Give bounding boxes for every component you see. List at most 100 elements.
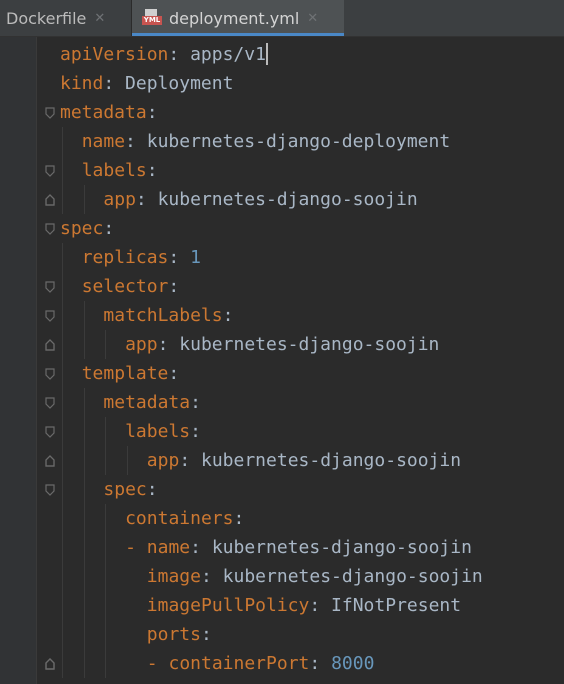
indent-guide [62,127,63,214]
yaml-key: matchLabels [103,305,223,326]
fold-close-icon[interactable] [45,194,55,206]
fold-close-icon[interactable] [45,339,55,351]
fold-open-icon[interactable] [45,368,55,380]
fold-open-icon[interactable] [45,107,55,119]
yaml-key: name [81,131,126,152]
code-line[interactable]: spec: [103,475,157,504]
text-caret [266,43,269,65]
indent-guide [83,185,85,214]
tab-deployment-yml[interactable]: YML deployment.yml ✕ [132,0,344,36]
yaml-separator: : [168,247,191,268]
yaml-key: spec [60,218,104,239]
yaml-separator: : [146,160,158,181]
yaml-separator: : [168,44,191,65]
fold-open-icon[interactable] [45,310,55,322]
close-icon[interactable]: ✕ [94,11,105,26]
indent-guide [127,446,129,475]
yaml-key: metadata [103,392,191,413]
code-line[interactable]: ports: [147,620,212,649]
yaml-separator: : [309,595,332,616]
yaml-value: kubernetes-django-soojin [179,334,440,355]
yaml-value: apps/v1 [190,44,266,65]
yaml-separator: : [157,334,180,355]
indent-guide [83,388,85,678]
yaml-value: IfNotPresent [331,595,462,616]
yaml-separator: : [309,653,332,674]
yaml-separator: : [146,479,158,500]
yaml-value: Deployment [125,73,234,94]
yaml-value: kubernetes-django-soojin [222,566,483,587]
yaml-separator: : [222,305,234,326]
code-line[interactable]: replicas: 1 [82,243,201,272]
fold-open-icon[interactable] [45,397,55,409]
code-line[interactable]: matchLabels: [103,301,233,330]
code-line[interactable]: metadata: [60,98,158,127]
fold-open-icon[interactable] [45,484,55,496]
tab-dockerfile-label: Dockerfile [6,8,87,28]
yaml-value: 1 [190,247,201,268]
yaml-separator: : [200,624,212,645]
code-line[interactable]: - name: kubernetes-django-soojin [125,533,472,562]
code-line[interactable]: app: kubernetes-django-soojin [125,330,439,359]
fold-open-icon[interactable] [45,223,55,235]
code-line[interactable]: imagePullPolicy: IfNotPresent [147,591,461,620]
code-line[interactable]: labels: [125,417,201,446]
yaml-separator: : [233,508,245,529]
indent-guide [105,417,107,475]
yaml-key: spec [103,479,147,500]
yaml-key: ports [146,624,201,645]
yaml-separator: : [103,73,126,94]
yaml-key: labels [125,421,191,442]
yaml-key: app [125,334,158,355]
code-line[interactable]: app: kubernetes-django-soojin [103,185,417,214]
list-dash: - [146,653,169,674]
code-line[interactable]: metadata: [103,388,201,417]
yaml-key: containerPort [168,653,310,674]
close-icon[interactable]: ✕ [307,11,318,26]
yaml-key: name [146,537,191,558]
indent-guide [83,301,85,359]
code-line[interactable]: - containerPort: 8000 [147,649,375,678]
list-dash: - [125,537,147,558]
fold-open-icon[interactable] [45,426,55,438]
tab-deployment-label: deployment.yml [169,8,300,28]
code-line[interactable]: app: kubernetes-django-soojin [147,446,461,475]
yaml-key: metadata [60,102,147,123]
yaml-separator: : [200,566,223,587]
code-line[interactable]: template: [82,359,180,388]
code-line[interactable]: name: kubernetes-django-deployment [82,127,450,156]
code-line[interactable]: containers: [125,504,244,533]
code-line[interactable]: apiVersion: apps/v1 [60,40,266,69]
indent-guide [105,330,107,359]
fold-open-icon[interactable] [45,165,55,177]
gutter-border [36,37,37,684]
yaml-separator: : [135,189,158,210]
yaml-separator: : [190,421,201,442]
yaml-value: 8000 [331,653,375,674]
tab-dockerfile[interactable]: Dockerfile ✕ [0,0,131,36]
yaml-value: kubernetes-django-soojin [211,537,472,558]
code-line[interactable]: labels: [82,156,158,185]
yaml-key: containers [125,508,234,529]
code-line[interactable]: selector: [82,272,180,301]
code-editor[interactable]: apiVersion: apps/v1 kind: Deployment metad… [0,37,564,684]
fold-close-icon[interactable] [45,658,55,670]
yml-file-icon: YML [142,9,162,27]
yaml-separator: : [190,537,212,558]
yaml-value: kubernetes-django-soojin [201,450,462,471]
yaml-separator: : [168,276,180,297]
code-line[interactable]: spec: [60,214,114,243]
yaml-separator: : [103,218,115,239]
yaml-key: imagePullPolicy [146,595,310,616]
yaml-key: replicas [81,247,169,268]
fold-open-icon[interactable] [45,281,55,293]
yaml-separator: : [190,392,201,413]
yaml-key: kind [60,73,104,94]
indent-guide [62,243,63,678]
fold-close-icon[interactable] [45,455,55,467]
yaml-separator: : [168,363,180,384]
code-line[interactable]: kind: Deployment [60,69,233,98]
code-line[interactable]: image: kubernetes-django-soojin [147,562,483,591]
indent-guide [105,504,107,678]
yaml-key: template [81,363,169,384]
